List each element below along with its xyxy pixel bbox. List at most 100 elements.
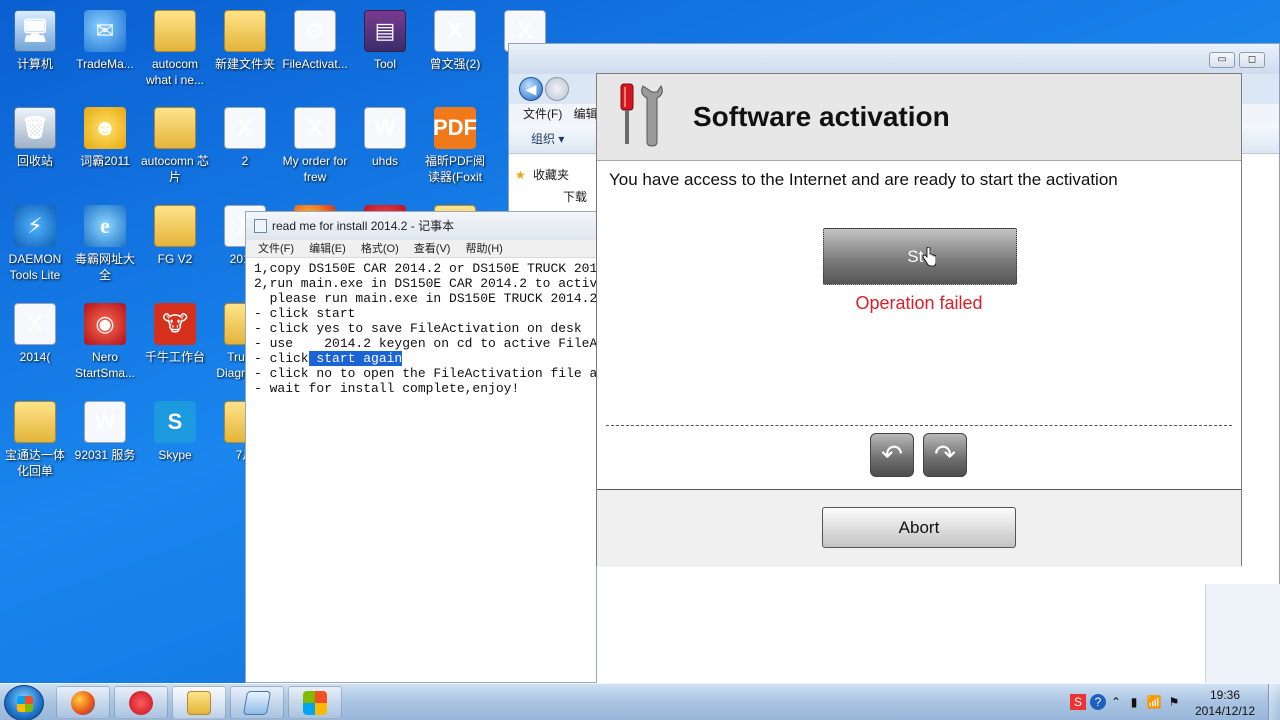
desktop-icon[interactable]: ⚡ DAEMON Tools Lite — [0, 199, 70, 289]
network-icon[interactable]: 📶 — [1146, 694, 1162, 710]
taskbar-explorer[interactable] — [172, 686, 226, 719]
forward-icon[interactable] — [545, 77, 569, 101]
notepad-text-area[interactable]: 1,copy DS150E CAR 2014.2 or DS150E TRUCK… — [246, 258, 596, 396]
tools-icon — [620, 83, 663, 147]
desktop-icon-label: autocomn 芯片 — [140, 154, 210, 184]
app-icon — [303, 690, 327, 715]
desktop-icon[interactable]: 新建文件夹 — [210, 4, 280, 94]
notepad-menu-format[interactable]: 格式(O) — [361, 243, 399, 255]
back-arrow-button[interactable]: ↶ — [870, 433, 914, 477]
start-button[interactable]: St t — [823, 228, 1017, 285]
desktop-icon[interactable]: 宝通达一体化回单 — [0, 395, 70, 485]
desktop-icon[interactable]: ☻ 词霸2011 — [70, 101, 140, 191]
taskbar: S ? ⌃ ▮ 📶 ⚑ 19:36 2014/12/12 — [0, 683, 1280, 720]
activation-message: You have access to the Internet and are … — [609, 170, 1118, 189]
maximize-icon[interactable]: ◻ — [1239, 52, 1265, 68]
explorer-menu-edit[interactable]: 编辑 — [574, 107, 598, 121]
show-hidden-icon[interactable]: ⌃ — [1108, 694, 1124, 710]
text-line: - wait for install complete,enjoy! — [254, 381, 520, 396]
text-line: - click start — [254, 306, 356, 321]
meitu-icon — [129, 690, 153, 715]
text-line: 2,run main.exe in DS150E CAR 2014.2 to a… — [254, 276, 596, 291]
excel-icon: X — [434, 10, 476, 52]
desktop-icon-label: FileActivat... — [282, 57, 348, 71]
abort-button[interactable]: Abort — [822, 507, 1016, 548]
battery-icon[interactable]: ▮ — [1126, 694, 1142, 710]
nav-downloads[interactable]: 下载 — [509, 186, 609, 208]
desktop-icon[interactable]: ◉ Nero StartSma... — [70, 297, 140, 387]
explorer-titlebar[interactable] — [509, 44, 1279, 74]
notepad-menu-help[interactable]: 帮助(H) — [466, 243, 503, 255]
desktop-icon-label: My order for frew — [282, 154, 348, 184]
text-line: - click yes to save FileActivation on de… — [254, 321, 582, 336]
help-icon[interactable]: ? — [1090, 694, 1106, 710]
qianniu-icon: 🐮 — [154, 303, 196, 345]
desktop-icon[interactable]: Wuhds — [350, 101, 420, 191]
sogou-icon[interactable]: S — [1070, 694, 1086, 710]
desktop-icon[interactable]: X My order for frew — [280, 101, 350, 191]
notepad-menu-edit[interactable]: 编辑(E) — [309, 243, 346, 255]
nav-downloads-label: 下载 — [563, 190, 588, 204]
back-icon[interactable]: ◀ — [519, 77, 543, 101]
notepad-menu-file[interactable]: 文件(F) — [258, 243, 294, 255]
desktop-icon-label: 词霸2011 — [80, 154, 130, 168]
minimize-icon[interactable]: ▭ — [1209, 52, 1235, 68]
explorer-menu-file[interactable]: 文件(F) — [523, 107, 562, 121]
system-tray: S ? ⌃ ▮ 📶 ⚑ 19:36 2014/12/12 — [1060, 684, 1280, 720]
desktop-icon[interactable]: 🐮 千牛工作台 — [140, 297, 210, 387]
taskbar-notepad[interactable] — [230, 686, 284, 719]
star-icon: ★ — [515, 168, 526, 182]
organize-button[interactable]: 组织 ▾ — [531, 132, 564, 146]
taskbar-meitu[interactable] — [114, 686, 168, 719]
desktop-icon[interactable]: 🖥 计算机 — [0, 4, 70, 94]
start-button-orb[interactable] — [4, 685, 44, 720]
desktop-icon[interactable]: X 曾文强(2) — [420, 4, 490, 94]
word-icon: W — [364, 107, 406, 149]
activation-header: Software activation — [597, 74, 1241, 161]
desktop-icon-label: 曾文强(2) — [429, 57, 481, 71]
word-icon: W — [84, 401, 126, 443]
text-line: 1,copy DS150E CAR 2014.2 or DS150E TRUCK… — [254, 261, 596, 276]
desktop-icon[interactable]: autocomn 芯片 — [140, 101, 210, 191]
folder-icon — [154, 107, 196, 149]
action-center-icon[interactable]: ⚑ — [1166, 694, 1182, 710]
forward-arrow-button[interactable]: ↷ — [923, 433, 967, 477]
recycle-bin-icon: 🗑 — [14, 107, 56, 149]
desktop-icon-label: Skype — [158, 448, 192, 462]
show-desktop-button[interactable] — [1268, 684, 1280, 720]
skype-icon: S — [154, 401, 196, 443]
clock-time: 19:36 — [1209, 688, 1241, 702]
nero-icon: ◉ — [84, 303, 126, 345]
desktop-icon-label: 宝通达一体化回单 — [4, 448, 65, 478]
desktop-icon[interactable]: 🗑 回收站 — [0, 101, 70, 191]
clock[interactable]: 19:36 2014/12/12 — [1190, 687, 1260, 719]
desktop-icon[interactable]: X2 — [210, 101, 280, 191]
trademanager-icon: ✉ — [84, 10, 126, 52]
desktop-icon[interactable]: X 2014( — [0, 297, 70, 387]
notepad-titlebar[interactable]: read me for install 2014.2 - 记事本 — [246, 212, 596, 240]
operation-status: Operation failed — [855, 293, 983, 313]
desktop-icon[interactable]: autocom what i ne... — [140, 4, 210, 94]
desktop-icon[interactable]: ▤ Tool — [350, 4, 420, 94]
desktop-icon[interactable]: e 毒霸网址大全 — [70, 199, 140, 289]
desktop-icon[interactable]: S Skype — [140, 395, 210, 485]
activation-footer: Abort — [597, 489, 1241, 567]
taskbar-activation[interactable] — [288, 686, 342, 719]
notepad-window: read me for install 2014.2 - 记事本 文件(F) 编… — [245, 211, 597, 683]
text-line: - click no to open the FileActivation fi… — [254, 366, 596, 381]
desktop-icon[interactable]: ⚙ FileActivat... — [280, 4, 350, 94]
desktop-icon[interactable]: PDF 福昕PDF阅读器(Foxit R... — [420, 101, 490, 191]
notepad-menu-view[interactable]: 查看(V) — [414, 243, 451, 255]
excel-icon: X — [14, 303, 56, 345]
desktop-icon-label: 福昕PDF阅读器(Foxit R... — [424, 154, 485, 187]
desktop-icon[interactable]: FG V2 — [140, 199, 210, 289]
desktop-icon-label: 2014( — [19, 350, 51, 364]
notepad-icon — [254, 219, 267, 233]
taskbar-firefox[interactable] — [56, 686, 110, 719]
excel-icon: X — [224, 107, 266, 149]
notepad-icon — [242, 690, 272, 715]
desktop-icon[interactable]: W 92031 服务 — [70, 395, 140, 485]
nav-favorites[interactable]: ★ 收藏夹 — [509, 164, 609, 186]
excel-icon: X — [294, 107, 336, 149]
desktop-icon[interactable]: ✉ TradeMa... — [70, 4, 140, 94]
